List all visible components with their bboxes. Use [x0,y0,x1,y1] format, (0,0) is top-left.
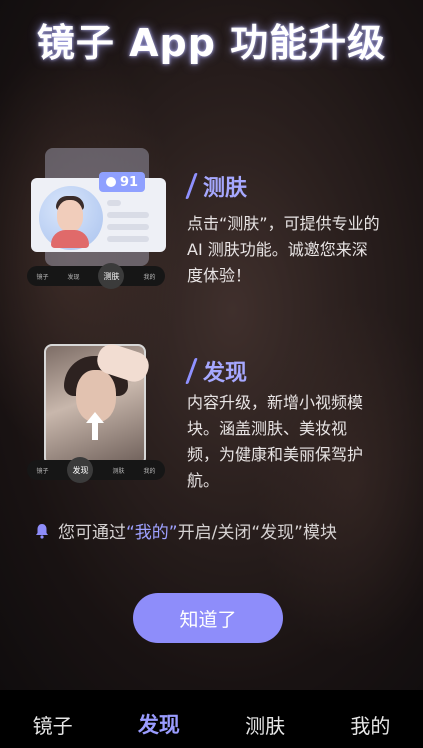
feature-heading-discover: 发现 [185,355,247,387]
notice-prefix: 您可通过 [58,523,126,543]
skin-test-illustration: 91 镜子 发现 测肤 我的 [27,148,167,289]
page-title: 镜子 App 功能升级 [36,21,387,65]
got-it-button[interactable]: 知道了 [133,593,283,643]
discover-illustration: 镜子 发现 测肤 我的 [27,340,167,485]
droplet-icon [105,177,116,187]
notice-suffix: 开启/关闭“发现”模块 [177,523,337,543]
notice: 您可通过“我的”开启/关闭“发现”模块 [34,518,337,543]
skin-score-badge: 91 [99,172,145,192]
bottom-nav: 镜子 发现 测肤 我的 [0,700,423,748]
feature-desc-skin: 点击“测肤”，可提供专业的 AI 测肤功能。诚邀您来深 度体验！ [187,214,380,285]
mini-tabbar: 镜子 发现 测肤 我的 [27,457,165,483]
mini-tabbar: 镜子 发现 测肤 我的 [27,263,165,289]
feature-heading-skin: 测肤 [185,170,247,202]
up-arrow-icon [86,412,104,440]
bell-icon [36,523,48,539]
nav-item-mirror[interactable]: 镜子 [33,710,73,739]
nav-item-skin-test[interactable]: 测肤 [245,710,285,739]
notice-my-link: “我的” [126,523,178,543]
feature-desc-discover: 内容升级，新增小视频模 块。涵盖测肤、美妆视 频，为健康和美丽保驾护 航。 [187,393,364,490]
nav-item-mine[interactable]: 我的 [350,710,390,739]
nav-item-discover[interactable]: 发现 [138,709,180,739]
